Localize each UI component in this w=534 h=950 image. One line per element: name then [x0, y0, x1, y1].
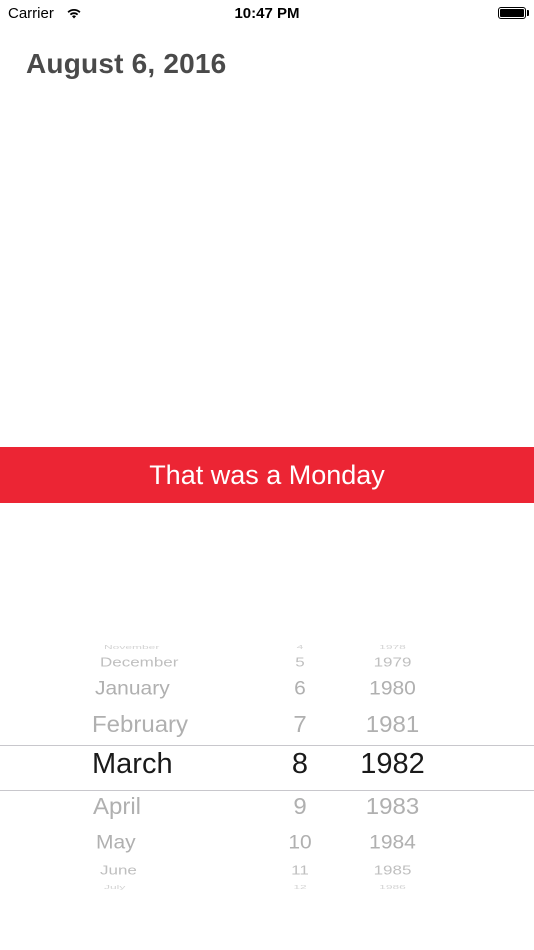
day-option[interactable]: 12 [255, 884, 345, 889]
day-option[interactable]: 4 [255, 644, 345, 649]
current-date-title: August 6, 2016 [26, 48, 227, 79]
month-option[interactable]: February [60, 713, 188, 737]
status-time: 10:47 PM [234, 5, 300, 22]
date-picker[interactable]: November December January February March Apri… [0, 638, 534, 894]
year-option[interactable]: 1986 [335, 884, 450, 889]
year-option[interactable]: 1981 [335, 713, 450, 737]
month-option[interactable]: November [60, 644, 159, 649]
month-option[interactable]: July [60, 884, 125, 889]
selected-month[interactable]: March [60, 750, 173, 779]
day-option[interactable]: 5 [255, 656, 345, 669]
selected-year[interactable]: 1982 [335, 750, 450, 779]
selected-day[interactable]: 8 [255, 750, 345, 779]
year-option[interactable]: 1985 [335, 864, 450, 877]
day-option[interactable]: 10 [255, 833, 345, 852]
day-option[interactable]: 7 [255, 713, 345, 737]
battery-icon [498, 7, 526, 19]
status-bar: Carrier 10:47 PM [0, 0, 534, 28]
day-wheel[interactable]: 4 5 6 7 8 9 10 11 12 [255, 638, 345, 894]
year-option[interactable]: 1978 [335, 644, 450, 649]
month-option[interactable]: December [60, 656, 178, 669]
month-option[interactable]: April [60, 795, 141, 819]
day-option[interactable]: 11 [255, 864, 345, 877]
year-wheel[interactable]: 1978 1979 1980 1981 1982 1983 1984 1985 1986 [335, 638, 450, 894]
year-option[interactable]: 1984 [335, 833, 450, 852]
battery-tip [527, 10, 529, 16]
year-option[interactable]: 1980 [335, 679, 450, 698]
weekday-result-text: That was a Monday [149, 459, 385, 490]
month-option[interactable]: June [60, 864, 137, 877]
day-option[interactable]: 6 [255, 679, 345, 698]
month-option[interactable]: May [60, 833, 136, 852]
year-option[interactable]: 1979 [335, 656, 450, 669]
weekday-result-banner: That was a Monday [0, 447, 534, 503]
year-option[interactable]: 1983 [335, 795, 450, 819]
month-option[interactable]: January [60, 679, 170, 698]
month-wheel[interactable]: November December January February March Apri… [60, 638, 250, 894]
day-option[interactable]: 9 [255, 795, 345, 819]
